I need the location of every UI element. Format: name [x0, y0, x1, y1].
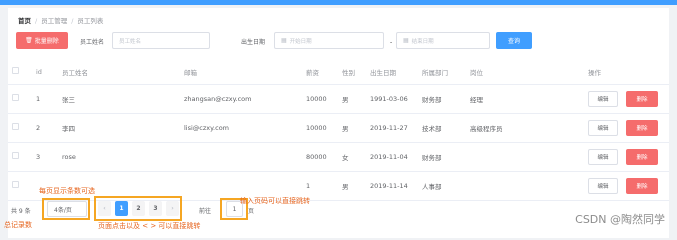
start-date-input[interactable]: ▦ 开始日期 — [274, 32, 384, 49]
cell-gender: 女 — [338, 142, 366, 172]
calendar-icon: ▦ — [281, 37, 287, 44]
edit-button[interactable]: 编辑 — [588, 90, 618, 107]
cell-id: 1 — [32, 84, 58, 114]
delete-button[interactable]: 删除 — [626, 90, 658, 107]
cell-actions: 编辑 删除 — [584, 171, 669, 201]
delete-icon: 🗑 — [25, 37, 33, 44]
column-header-id: id — [32, 60, 58, 85]
delete-button[interactable]: 删除 — [626, 119, 658, 136]
column-header-salary: 薪资 — [302, 60, 338, 85]
cell-email: zhangsan@czxy.com — [180, 84, 302, 114]
employee-table: id 员工姓名 邮箱 薪资 性别 出生日期 所属部门 岗位 操作 1 张三 zh… — [8, 60, 669, 201]
column-header-name: 员工姓名 — [58, 60, 180, 85]
delete-button[interactable]: 删除 — [626, 148, 658, 165]
cell-id: 3 — [32, 142, 58, 172]
cell-department: 财务部 — [418, 142, 466, 172]
table-header-row: id 员工姓名 邮箱 薪资 性别 出生日期 所属部门 岗位 操作 — [8, 60, 669, 85]
total-count: 共 9 条 — [11, 208, 31, 215]
jump-note: 输入页码可以直接跳转 — [240, 197, 310, 205]
cell-id: 2 — [32, 113, 58, 143]
cell-post: 经理 — [466, 84, 584, 114]
cell-department: 技术部 — [418, 113, 466, 143]
cell-gender: 男 — [338, 84, 366, 114]
breadcrumb: 首页 / 员工管理 / 员工列表 — [18, 17, 104, 25]
employee-name-label: 员工姓名 — [80, 39, 105, 46]
row-checkbox[interactable] — [12, 94, 19, 101]
breadcrumb-employee-list: 员工列表 — [77, 17, 104, 25]
cell-gender: 男 — [338, 171, 366, 201]
cell-birth-date: 2019-11-14 — [366, 171, 418, 201]
cell-email — [180, 142, 302, 172]
watermark: CSDN @陶然同学 — [575, 213, 665, 226]
column-header-actions: 操作 — [584, 60, 669, 85]
cell-name: rose — [58, 142, 180, 172]
table-row: 2 李四 lisi@czxy.com 10000 男 2019-11-27 技术… — [8, 113, 669, 143]
edit-button[interactable]: 编辑 — [588, 177, 618, 194]
date-range-separator: - — [390, 39, 393, 46]
cell-salary: 10000 — [302, 113, 338, 143]
cell-birth-date: 2019-11-04 — [366, 142, 418, 172]
pager-highlight — [94, 196, 182, 221]
cell-post — [466, 142, 584, 172]
query-label: 查询 — [507, 38, 520, 45]
cell-post: 高级程序员 — [466, 113, 584, 143]
cell-actions: 编辑 删除 — [584, 142, 669, 172]
birth-date-label: 出生日期 — [241, 39, 266, 46]
pager-note: 页面点击以及 < > 可以直接跳转 — [98, 222, 201, 230]
cell-salary: 80000 — [302, 142, 338, 172]
total-note: 总记录数 — [4, 221, 32, 229]
column-header-department: 所属部门 — [418, 60, 466, 85]
delete-button[interactable]: 删除 — [626, 177, 658, 194]
calendar-icon: ▦ — [403, 37, 409, 44]
cell-post — [466, 171, 584, 201]
batch-delete-label: 批量删除 — [34, 38, 59, 45]
column-header-email: 邮箱 — [180, 60, 302, 85]
cell-actions: 编辑 删除 — [584, 113, 669, 143]
cell-birth-date: 2019-11-27 — [366, 113, 418, 143]
breadcrumb-employee-management[interactable]: 员工管理 — [41, 17, 67, 25]
employee-name-placeholder: 员工姓名 — [119, 38, 142, 45]
cell-department: 财务部 — [418, 84, 466, 114]
row-checkbox[interactable] — [12, 181, 19, 188]
column-header-post: 岗位 — [466, 60, 584, 85]
employee-name-input[interactable]: 员工姓名 — [112, 32, 210, 49]
page-size-highlight — [42, 198, 90, 220]
cell-actions: 编辑 删除 — [584, 84, 669, 114]
column-header-birth-date: 出生日期 — [366, 60, 418, 85]
table-row: 1 张三 zhangsan@czxy.com 10000 男 1991-03-0… — [8, 84, 669, 114]
select-all-cell — [8, 60, 32, 85]
start-date-placeholder: 开始日期 — [289, 38, 312, 45]
cell-gender: 男 — [338, 113, 366, 143]
page-size-note: 每页显示条数可选 — [39, 187, 95, 195]
cell-email: lisi@czxy.com — [180, 113, 302, 143]
edit-button[interactable]: 编辑 — [588, 119, 618, 136]
cell-salary: 10000 — [302, 84, 338, 114]
end-date-input[interactable]: ▦ 结束日期 — [396, 32, 490, 49]
row-checkbox[interactable] — [12, 123, 19, 130]
select-all-checkbox[interactable] — [12, 67, 19, 75]
breadcrumb-home[interactable]: 首页 — [18, 17, 31, 25]
row-checkbox[interactable] — [12, 152, 19, 159]
goto-prefix: 前往 — [199, 208, 212, 215]
cell-department: 人事部 — [418, 171, 466, 201]
table-row: 3 rose 80000 女 2019-11-04 财务部 编辑 删除 — [8, 142, 669, 172]
cell-name: 张三 — [58, 84, 180, 114]
cell-name: 李四 — [58, 113, 180, 143]
cell-birth-date: 1991-03-06 — [366, 84, 418, 114]
content-card: 首页 / 员工管理 / 员工列表 🗑 批量删除 员工姓名 员工姓名 出生日期 ▦ 开始日… — [4, 8, 669, 238]
goto-suffix: 页 — [248, 208, 255, 215]
end-date-placeholder: 结束日期 — [411, 38, 434, 45]
column-header-gender: 性别 — [338, 60, 366, 85]
batch-delete-button[interactable]: 🗑 批量删除 — [16, 32, 68, 49]
query-button[interactable]: 查询 — [496, 32, 532, 49]
edit-button[interactable]: 编辑 — [588, 148, 618, 165]
top-accent-bar — [0, 0, 677, 5]
